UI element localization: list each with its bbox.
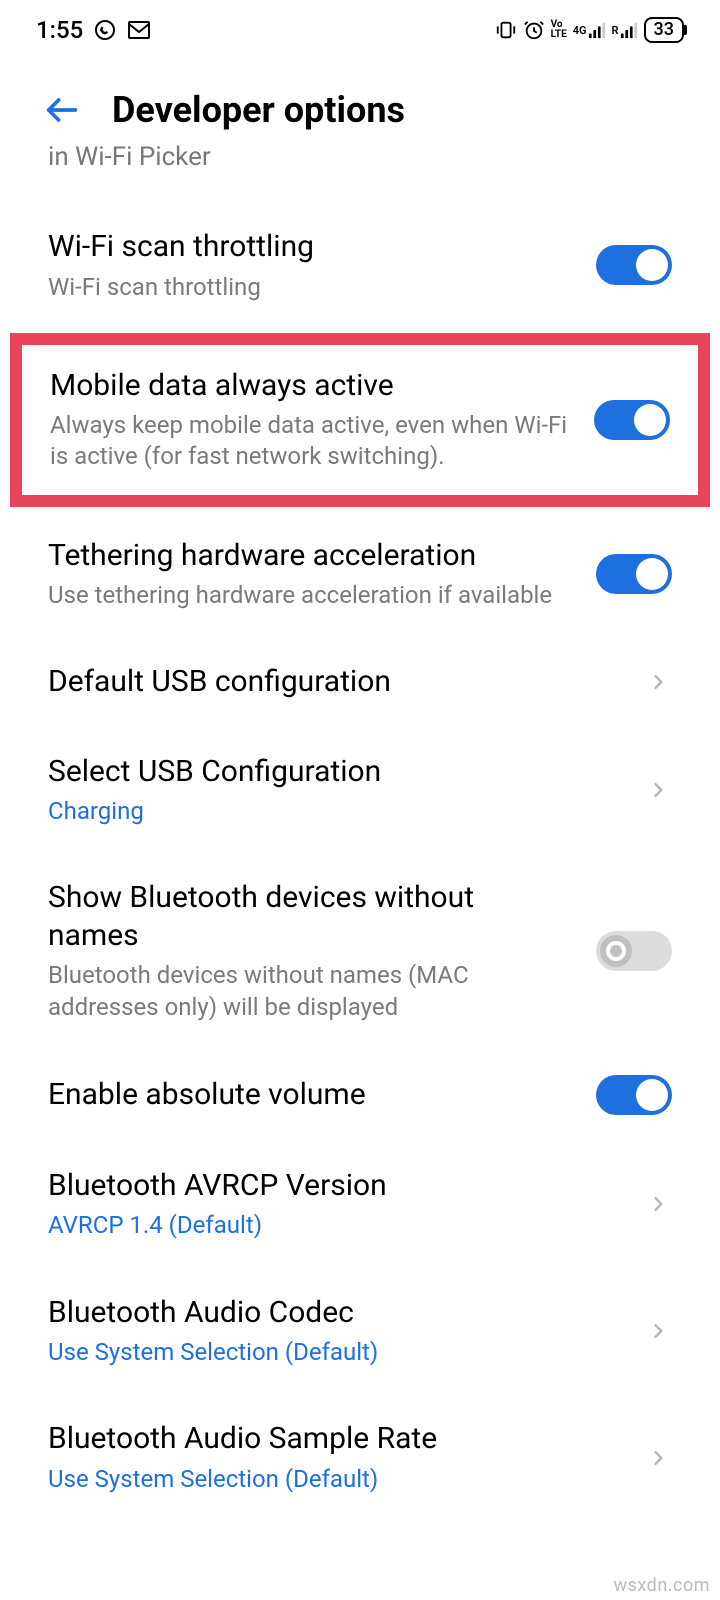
status-time: 1:55 xyxy=(36,16,83,44)
volte-icon: VoLTE xyxy=(551,20,567,40)
item-subtitle: AVRCP 1.4 (Default) xyxy=(48,1210,620,1241)
gmail-icon xyxy=(127,20,151,40)
status-bar: 1:55 VoLTE 4G R 33 xyxy=(0,0,720,60)
chevron-right-icon xyxy=(644,776,672,804)
item-subtitle: Always keep mobile data active, even whe… xyxy=(50,410,570,472)
item-subtitle: Bluetooth devices without names (MAC add… xyxy=(48,960,572,1022)
alarm-icon xyxy=(523,19,545,41)
item-title: Show Bluetooth devices without names xyxy=(48,879,572,954)
item-mobile-data-always-active[interactable]: Mobile data always active Always keep mo… xyxy=(22,345,698,495)
chevron-right-icon xyxy=(644,1190,672,1218)
item-subtitle: Use tethering hardware acceleration if a… xyxy=(48,580,572,611)
item-tethering-hw-accel[interactable]: Tethering hardware acceleration Use teth… xyxy=(0,511,720,638)
partial-row-top: in Wi-Fi Picker xyxy=(0,142,720,202)
status-right: VoLTE 4G R 33 xyxy=(495,17,684,43)
chevron-right-icon xyxy=(644,1317,672,1345)
item-title: Default USB configuration xyxy=(48,663,620,701)
toggle-wifi-scan-throttling[interactable] xyxy=(596,245,672,285)
item-subtitle: Wi-Fi scan throttling xyxy=(48,272,572,303)
item-absolute-volume[interactable]: Enable absolute volume xyxy=(0,1049,720,1141)
chevron-right-icon xyxy=(644,668,672,696)
item-bt-audio-codec[interactable]: Bluetooth Audio Codec Use System Selecti… xyxy=(0,1268,720,1395)
item-title: Select USB Configuration xyxy=(48,753,620,791)
battery-icon: 33 xyxy=(644,17,684,43)
item-bt-without-names[interactable]: Show Bluetooth devices without names Blu… xyxy=(0,853,720,1048)
page-title: Developer options xyxy=(112,89,405,131)
signal-4g-icon: 4G xyxy=(573,21,606,39)
chevron-right-icon xyxy=(644,1444,672,1472)
item-title: Bluetooth Audio Sample Rate xyxy=(48,1420,620,1458)
item-subtitle: Charging xyxy=(48,796,620,827)
back-button[interactable] xyxy=(40,88,84,132)
toggle-mobile-data-always-active[interactable] xyxy=(594,400,670,440)
item-title: Bluetooth AVRCP Version xyxy=(48,1167,620,1205)
item-subtitle: Use System Selection (Default) xyxy=(48,1464,620,1495)
item-subtitle: Use System Selection (Default) xyxy=(48,1337,620,1368)
item-bt-audio-sample-rate[interactable]: Bluetooth Audio Sample Rate Use System S… xyxy=(0,1394,720,1521)
highlight-box: Mobile data always active Always keep mo… xyxy=(10,333,710,507)
watermark: wsxdn.com xyxy=(614,1575,710,1596)
item-wifi-scan-throttling[interactable]: Wi-Fi scan throttling Wi-Fi scan throttl… xyxy=(0,202,720,329)
item-title: Enable absolute volume xyxy=(48,1076,572,1114)
item-title: Bluetooth Audio Codec xyxy=(48,1294,620,1332)
toggle-absolute-volume[interactable] xyxy=(596,1075,672,1115)
settings-list[interactable]: in Wi-Fi Picker Wi-Fi scan throttling Wi… xyxy=(0,142,720,1561)
toggle-bt-without-names[interactable] xyxy=(596,931,672,971)
page-header: Developer options xyxy=(0,60,720,144)
vibrate-icon xyxy=(495,19,517,41)
signal-r-icon: R xyxy=(612,21,638,39)
item-title: Mobile data always active xyxy=(50,367,570,405)
item-bt-avrcp-version[interactable]: Bluetooth AVRCP Version AVRCP 1.4 (Defau… xyxy=(0,1141,720,1268)
toggle-tethering-hw-accel[interactable] xyxy=(596,554,672,594)
item-select-usb-config[interactable]: Select USB Configuration Charging xyxy=(0,727,720,854)
item-title: Wi-Fi scan throttling xyxy=(48,228,572,266)
status-left: 1:55 xyxy=(36,16,151,44)
whatsapp-icon xyxy=(93,18,117,42)
item-title: Tethering hardware acceleration xyxy=(48,537,572,575)
item-default-usb-config[interactable]: Default USB configuration xyxy=(0,637,720,727)
